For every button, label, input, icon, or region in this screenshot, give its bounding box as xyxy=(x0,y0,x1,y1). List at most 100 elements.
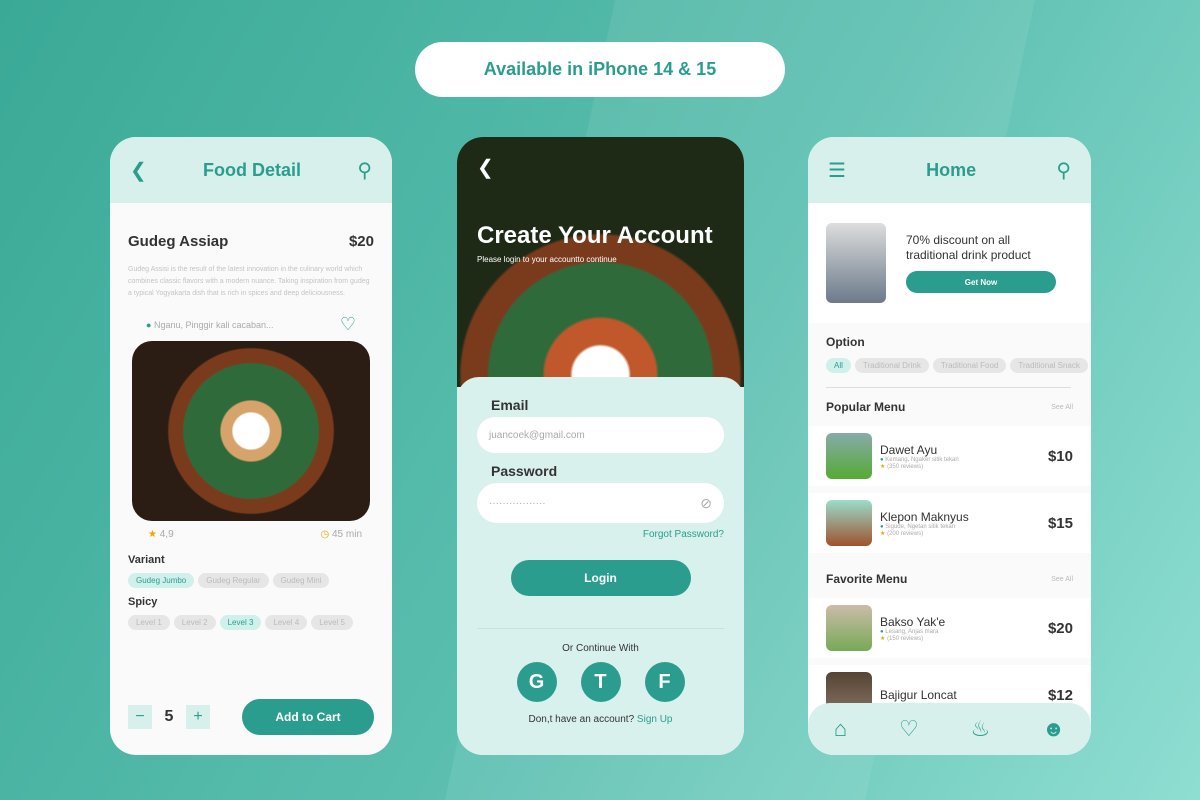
option-chip[interactable]: All xyxy=(826,358,851,373)
search-icon[interactable]: ⚲ xyxy=(1056,158,1071,183)
page-subtitle: Please login to your accountto continue xyxy=(477,255,617,264)
option-chip[interactable]: Level 1 xyxy=(128,615,170,630)
location-text: Nganu, Pinggir kali cacaban... xyxy=(153,319,274,330)
menu-item-reviews: (350 reviews) xyxy=(887,463,924,470)
bell-icon[interactable]: ♨ xyxy=(970,716,990,742)
option-chip[interactable]: Traditional Snack xyxy=(1010,358,1088,373)
option-chip[interactable]: Gudeg Regular xyxy=(198,573,269,588)
menu-item-image xyxy=(826,433,872,479)
menu-item-reviews: (150 reviews) xyxy=(887,635,924,642)
eye-off-icon[interactable]: ⊘ xyxy=(700,495,712,512)
rating-value: 4,9 xyxy=(159,529,174,540)
menu-item-reviews: (200 reviews) xyxy=(887,530,924,537)
option-chip[interactable]: Level 5 xyxy=(311,615,353,630)
heart-icon[interactable]: ♡ xyxy=(340,314,356,335)
forgot-password-link[interactable]: Forgot Password? xyxy=(477,529,724,540)
location: ● Nganu, Pinggir kali cacaban... xyxy=(146,320,274,330)
option-chip[interactable]: Level 3 xyxy=(219,615,262,630)
menu-icon[interactable]: ☰ xyxy=(828,158,846,183)
menu-item-name: Bajigur Loncat xyxy=(880,688,957,702)
back-icon[interactable]: ❮ xyxy=(477,155,494,180)
no-account-text: Don,t have an account? xyxy=(528,714,635,725)
promo-text: 70% discount on all traditional drink pr… xyxy=(906,233,1031,262)
option-chip[interactable]: Traditional Drink xyxy=(854,358,929,373)
food-price: $20 xyxy=(348,233,374,250)
home-screen: ☰ Home ⚲ 70% discount on all traditional… xyxy=(808,137,1091,755)
social-login-button[interactable]: F xyxy=(644,662,685,702)
menu-item-image xyxy=(826,500,872,546)
menu-item-location: Lesang, Anjas mara xyxy=(885,628,939,635)
food-image xyxy=(132,341,370,521)
menu-item-price: $15 xyxy=(1047,514,1073,532)
add-to-cart-button[interactable]: Add to Cart xyxy=(242,699,374,735)
pin-icon: ● xyxy=(880,456,884,463)
star-icon: ★ xyxy=(880,635,886,642)
profile-icon[interactable]: ☻ xyxy=(1042,716,1065,742)
increase-button[interactable]: + xyxy=(186,705,210,729)
star-icon: ★ xyxy=(148,529,157,540)
quantity-value: 5 xyxy=(164,708,174,725)
pin-icon: ● xyxy=(880,628,884,635)
spicy-label: Spicy xyxy=(128,596,158,608)
menu-item-location: Kemang, Ngaker sitik tekan xyxy=(885,456,959,463)
favorite-menu-label: Favorite Menu xyxy=(826,572,908,586)
popular-menu-label: Popular Menu xyxy=(826,400,906,414)
page-title: Home xyxy=(926,159,977,180)
menu-item-price: $12 xyxy=(1047,686,1073,704)
menu-item-name: Bakso Yak'e xyxy=(880,614,946,629)
option-chip[interactable]: Level 4 xyxy=(265,615,308,630)
option-chip[interactable]: Gudeg Mini xyxy=(272,573,330,588)
heart-icon[interactable]: ♡ xyxy=(899,716,919,742)
back-icon[interactable]: ❮ xyxy=(130,158,147,183)
food-description: Gudeg Assisi is the result of the latest… xyxy=(128,266,370,297)
login-button[interactable]: Login xyxy=(510,560,691,596)
variant-label: Variant xyxy=(128,554,165,566)
option-label: Option xyxy=(826,335,865,349)
option-chip[interactable]: Gudeg Jumbo xyxy=(128,573,195,588)
time-value: 45 min xyxy=(331,529,362,540)
pin-icon: ● xyxy=(146,319,152,330)
star-icon: ★ xyxy=(880,463,886,470)
option-chip[interactable]: Traditional Food xyxy=(932,358,1007,373)
menu-item-location: Sigude, Ngetan sitik tekan xyxy=(885,523,956,530)
availability-banner: Available in iPhone 14 & 15 xyxy=(415,42,785,97)
see-all-popular-link[interactable]: See All xyxy=(1051,404,1073,411)
menu-item[interactable]: Bakso Yak'e ● Lesang, Anjas mara ★ (150 re… xyxy=(808,598,1091,658)
or-continue-label: Or Continue With xyxy=(562,643,639,654)
star-icon: ★ xyxy=(880,530,886,537)
menu-item-price: $10 xyxy=(1047,447,1073,465)
bottom-nav: ⌂ ♡ ♨ ☻ xyxy=(808,703,1091,755)
divider xyxy=(477,628,724,629)
food-name: Gudeg Assiap xyxy=(128,233,229,250)
hero-image: ❮ Create Your Account Please login to yo… xyxy=(457,137,744,387)
promo-image xyxy=(826,223,886,303)
menu-item[interactable]: Klepon Maknyus ● Sigude, Ngetan sitik tek… xyxy=(808,493,1091,553)
page-title: Create Your Account xyxy=(477,222,713,249)
email-label: Email xyxy=(491,397,529,413)
password-label: Password xyxy=(491,463,558,479)
clock-icon: ◷ xyxy=(320,529,330,540)
menu-item-price: $20 xyxy=(1047,619,1073,637)
menu-item-name: Dawet Ayu xyxy=(880,442,938,457)
menu-item-image xyxy=(826,605,872,651)
header: ❮ Food Detail ⚲ xyxy=(110,137,392,203)
sign-up-link[interactable]: Sign Up xyxy=(637,714,673,725)
page-title: Food Detail xyxy=(203,159,302,180)
search-icon[interactable]: ⚲ xyxy=(357,158,372,183)
food-detail-screen: ❮ Food Detail ⚲ Gudeg Assiap $20 Gudeg A… xyxy=(110,137,392,755)
social-login-button[interactable]: G xyxy=(516,662,557,702)
social-login-button[interactable]: T xyxy=(580,662,621,702)
see-all-favorite-link[interactable]: See All xyxy=(1051,576,1073,583)
pin-icon: ● xyxy=(880,523,884,530)
decrease-button[interactable]: − xyxy=(128,705,152,729)
cook-time: ◷ 45 min xyxy=(320,529,362,540)
promo-card: 70% discount on all traditional drink pr… xyxy=(808,203,1091,323)
menu-item[interactable]: Dawet Ayu ● Kemang, Ngaker sitik tekan ★ (… xyxy=(808,426,1091,486)
menu-item-name: Klepon Maknyus xyxy=(880,509,969,524)
get-now-button[interactable]: Get Now xyxy=(906,271,1056,293)
password-field[interactable]: ················· xyxy=(489,498,546,509)
login-screen: ❮ Create Your Account Please login to yo… xyxy=(457,137,744,755)
home-icon[interactable]: ⌂ xyxy=(834,716,847,742)
option-chip[interactable]: Level 2 xyxy=(173,615,216,630)
email-field[interactable]: juancoek@gmail.com xyxy=(477,417,724,453)
